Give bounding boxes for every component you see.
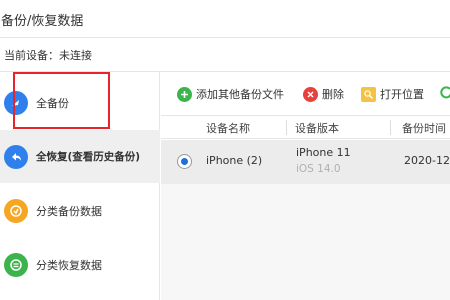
table-empty-area (161, 184, 450, 300)
column-header-backup-time[interactable]: 备份时间 (402, 120, 446, 136)
restore-icon (4, 144, 28, 169)
column-divider (286, 120, 287, 135)
open-location-label: 打开位置 (380, 88, 424, 101)
refresh-icon (439, 85, 450, 104)
row-radio-button[interactable] (177, 154, 192, 169)
sidebar-item-full-restore[interactable]: 全恢复(查看历史备份) (0, 130, 160, 183)
column-header-device-version[interactable]: 设备版本 (295, 120, 339, 136)
table-header: 设备名称 设备版本 备份时间 (161, 115, 450, 139)
device-model-cell: iPhone 11 (296, 146, 351, 159)
category-restore-icon (4, 252, 28, 277)
sidebar-item-label: 分类恢复数据 (36, 258, 102, 272)
toolbar: 添加其他备份文件 删除 打开位置 (161, 72, 450, 115)
window-title: 备份/恢复数据 (1, 14, 84, 29)
title-bar: 备份/恢复数据 (0, 0, 450, 38)
sidebar-item-label: 分类备份数据 (36, 204, 102, 218)
add-backup-file-label: 添加其他备份文件 (196, 88, 284, 101)
sidebar-item-category-restore[interactable]: 分类恢复数据 (0, 238, 160, 291)
sidebar-item-label: 全恢复(查看历史备份) (36, 151, 141, 163)
refresh-button[interactable] (439, 85, 450, 103)
column-header-device-name[interactable]: 设备名称 (206, 120, 250, 136)
delete-label: 删除 (322, 88, 344, 101)
column-divider (390, 120, 391, 135)
sidebar-item-category-backup[interactable]: 分类备份数据 (0, 184, 160, 237)
folder-search-icon (361, 86, 376, 102)
category-backup-icon (4, 198, 28, 223)
device-name-cell: iPhone (2) (206, 154, 263, 167)
ios-version-cell: iOS 14.0 (296, 163, 341, 175)
plus-icon (177, 86, 192, 102)
device-status-label: 当前设备：未连接 (4, 49, 92, 62)
backup-time-cell: 2020-12- (404, 154, 450, 167)
add-backup-file-button[interactable]: 添加其他备份文件 (177, 85, 284, 103)
open-location-button[interactable]: 打开位置 (361, 85, 424, 103)
delete-button[interactable]: 删除 (303, 85, 344, 103)
delete-icon (303, 86, 318, 102)
highlight-box (13, 72, 110, 129)
device-status-bar: 当前设备：未连接 (0, 38, 450, 72)
radio-selected-dot (181, 158, 188, 165)
table-row[interactable]: iPhone (2) iPhone 11 iOS 14.0 2020-12- (161, 140, 450, 184)
